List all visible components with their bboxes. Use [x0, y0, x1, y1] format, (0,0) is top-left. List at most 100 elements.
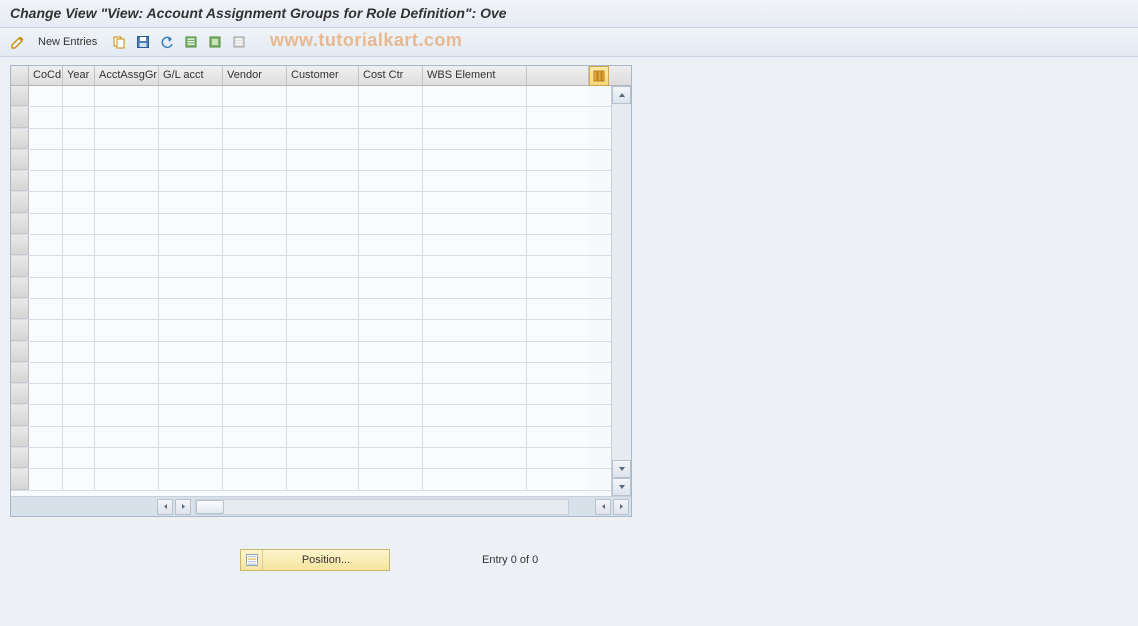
cell[interactable]: [95, 363, 159, 383]
cell[interactable]: [63, 192, 95, 212]
row-selector[interactable]: [11, 320, 29, 340]
cell[interactable]: [223, 129, 287, 149]
cell[interactable]: [223, 299, 287, 319]
horizontal-scroll-track[interactable]: [195, 499, 569, 515]
scroll-left-end-button[interactable]: [595, 499, 611, 515]
cell[interactable]: [223, 235, 287, 255]
cell[interactable]: [527, 299, 589, 319]
cell[interactable]: [29, 256, 63, 276]
cell[interactable]: [527, 214, 589, 234]
cell[interactable]: [223, 107, 287, 127]
row-selector[interactable]: [11, 278, 29, 298]
cell[interactable]: [29, 150, 63, 170]
cell[interactable]: [159, 469, 223, 489]
cell[interactable]: [95, 171, 159, 191]
cell[interactable]: [223, 384, 287, 404]
cell[interactable]: [359, 363, 423, 383]
cell[interactable]: [423, 320, 527, 340]
cell[interactable]: [287, 405, 359, 425]
cell[interactable]: [423, 192, 527, 212]
cell[interactable]: [95, 384, 159, 404]
cell[interactable]: [159, 427, 223, 447]
cell[interactable]: [223, 150, 287, 170]
new-entries-button[interactable]: New Entries: [32, 34, 103, 50]
cell[interactable]: [359, 235, 423, 255]
cell[interactable]: [527, 278, 589, 298]
row-selector[interactable]: [11, 235, 29, 255]
cell[interactable]: [29, 320, 63, 340]
cell[interactable]: [287, 235, 359, 255]
cell[interactable]: [223, 448, 287, 468]
cell[interactable]: [63, 299, 95, 319]
cell[interactable]: [423, 342, 527, 362]
cell[interactable]: [159, 256, 223, 276]
cell[interactable]: [359, 320, 423, 340]
cell[interactable]: [159, 320, 223, 340]
cell[interactable]: [359, 107, 423, 127]
cell[interactable]: [287, 107, 359, 127]
cell[interactable]: [29, 299, 63, 319]
row-selector[interactable]: [11, 86, 29, 106]
cell[interactable]: [63, 448, 95, 468]
cell[interactable]: [527, 363, 589, 383]
row-selector[interactable]: [11, 384, 29, 404]
scroll-right-button[interactable]: [175, 499, 191, 515]
cell[interactable]: [423, 150, 527, 170]
cell[interactable]: [29, 448, 63, 468]
cell[interactable]: [423, 107, 527, 127]
cell[interactable]: [359, 129, 423, 149]
cell[interactable]: [29, 405, 63, 425]
cell[interactable]: [223, 363, 287, 383]
cell[interactable]: [423, 278, 527, 298]
cell[interactable]: [423, 469, 527, 489]
cell[interactable]: [29, 427, 63, 447]
cell[interactable]: [223, 86, 287, 106]
cell[interactable]: [95, 129, 159, 149]
cell[interactable]: [223, 171, 287, 191]
cell[interactable]: [63, 320, 95, 340]
cell[interactable]: [223, 427, 287, 447]
cell[interactable]: [287, 86, 359, 106]
cell[interactable]: [223, 278, 287, 298]
cell[interactable]: [527, 171, 589, 191]
cell[interactable]: [159, 278, 223, 298]
cell[interactable]: [527, 469, 589, 489]
cell[interactable]: [527, 150, 589, 170]
cell[interactable]: [527, 129, 589, 149]
scroll-down-button[interactable]: [612, 460, 631, 478]
cell[interactable]: [29, 107, 63, 127]
cell[interactable]: [359, 299, 423, 319]
cell[interactable]: [423, 427, 527, 447]
cell[interactable]: [95, 150, 159, 170]
cell[interactable]: [159, 299, 223, 319]
cell[interactable]: [159, 171, 223, 191]
cell[interactable]: [423, 363, 527, 383]
cell[interactable]: [287, 150, 359, 170]
cell[interactable]: [359, 214, 423, 234]
cell[interactable]: [95, 107, 159, 127]
row-selector[interactable]: [11, 129, 29, 149]
cell[interactable]: [527, 86, 589, 106]
cell[interactable]: [287, 192, 359, 212]
cell[interactable]: [359, 427, 423, 447]
cell[interactable]: [287, 342, 359, 362]
cell[interactable]: [527, 192, 589, 212]
cell[interactable]: [359, 171, 423, 191]
select-all-icon[interactable]: [181, 32, 201, 52]
select-block-icon[interactable]: [205, 32, 225, 52]
cell[interactable]: [359, 448, 423, 468]
position-button[interactable]: Position...: [240, 549, 390, 571]
cell[interactable]: [29, 342, 63, 362]
cell[interactable]: [63, 107, 95, 127]
cell[interactable]: [95, 192, 159, 212]
cell[interactable]: [423, 129, 527, 149]
cell[interactable]: [223, 320, 287, 340]
cell[interactable]: [63, 427, 95, 447]
cell[interactable]: [223, 256, 287, 276]
cell[interactable]: [159, 107, 223, 127]
configure-columns-button[interactable]: [589, 66, 609, 86]
cell[interactable]: [159, 150, 223, 170]
row-selector[interactable]: [11, 405, 29, 425]
cell[interactable]: [423, 384, 527, 404]
cell[interactable]: [63, 235, 95, 255]
